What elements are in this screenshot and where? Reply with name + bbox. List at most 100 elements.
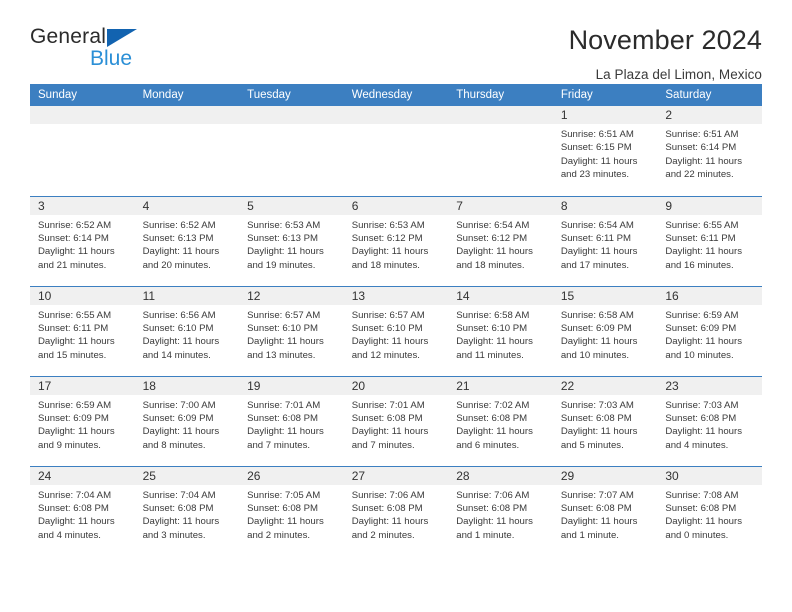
sunrise-text: Sunrise: 6:59 AM [665,309,739,321]
day-number [30,106,135,124]
calendar-day-cell[interactable]: 14 Sunrise: 6:58 AM Sunset: 6:10 PM Dayligh… [448,285,553,376]
sunrise-text: Sunrise: 6:53 AM [247,219,321,231]
day-details: Sunrise: 6:51 AM Sunset: 6:14 PM Daylight:… [657,124,762,182]
page-header: General Blue November 2024 La Plaza del … [30,0,762,81]
daylight-text: Daylight: 11 hours and 17 minutes. [560,246,638,271]
logo-text-blue: Blue [90,47,133,70]
day-details: Sunrise: 6:57 AM Sunset: 6:10 PM Daylight:… [344,305,449,363]
daylight-text: Daylight: 11 hours and 19 minutes. [247,246,324,271]
calendar-day-cell[interactable]: 17 Sunrise: 6:59 AM Sunset: 6:09 PM Dayligh… [30,375,135,466]
day-details: Sunrise: 7:08 AM Sunset: 6:08 PM Daylight:… [657,485,762,543]
page-title: November 2024 [568,25,762,55]
calendar-day-cell[interactable]: 21 Sunrise: 7:02 AM Sunset: 6:08 PM Dayligh… [448,375,553,466]
calendar-day-cell[interactable]: 12 Sunrise: 6:57 AM Sunset: 6:10 PM Dayligh… [239,285,344,376]
weekday-header-friday: Friday [552,84,658,106]
day-number: 28 [448,466,553,485]
calendar-day-cell[interactable]: 23 Sunrise: 7:03 AM Sunset: 6:08 PM Dayligh… [657,375,762,466]
sunset-text: Sunset: 6:10 PM [456,322,528,334]
day-number: 12 [239,286,344,305]
calendar-day-cell[interactable]: 1 Sunrise: 6:51 AM Sunset: 6:15 PM Daylight… [552,106,658,196]
day-number: 24 [30,466,135,485]
calendar-day-cell[interactable]: 13 Sunrise: 6:57 AM Sunset: 6:10 PM Dayligh… [343,285,449,376]
sunrise-text: Sunrise: 6:57 AM [247,309,321,321]
weekday-header-wednesday: Wednesday [343,84,449,106]
calendar-day-cell[interactable]: 30 Sunrise: 7:08 AM Sunset: 6:08 PM Dayligh… [657,465,762,556]
calendar-day-cell[interactable]: 8 Sunrise: 6:54 AM Sunset: 6:11 PM Daylight… [552,195,658,286]
day-details: Sunrise: 7:03 AM Sunset: 6:08 PM Daylight:… [553,395,658,453]
daylight-text: Daylight: 11 hours and 18 minutes. [351,246,429,271]
calendar-day-cell[interactable]: 28 Sunrise: 7:06 AM Sunset: 6:08 PM Dayligh… [448,465,553,556]
weekday-header-monday: Monday [134,84,240,106]
day-number: 7 [448,196,553,215]
calendar-day-cell-empty [448,106,553,196]
daylight-text: Daylight: 11 hours and 3 minutes. [142,516,220,541]
day-number: 30 [657,466,762,485]
day-details: Sunrise: 7:04 AM Sunset: 6:08 PM Daylight:… [30,485,135,543]
day-number: 16 [657,286,762,305]
sunset-text: Sunset: 6:13 PM [247,232,319,244]
calendar-day-cell[interactable]: 20 Sunrise: 7:01 AM Sunset: 6:08 PM Dayligh… [343,375,449,466]
calendar-day-cell[interactable]: 19 Sunrise: 7:01 AM Sunset: 6:08 PM Dayligh… [239,375,344,466]
sunset-text: Sunset: 6:08 PM [351,502,423,514]
sunrise-text: Sunrise: 7:07 AM [560,489,634,501]
calendar-day-cell[interactable]: 15 Sunrise: 6:58 AM Sunset: 6:09 PM Dayligh… [552,285,658,376]
daylight-text: Daylight: 11 hours and 15 minutes. [38,336,115,361]
calendar-day-cell[interactable]: 16 Sunrise: 6:59 AM Sunset: 6:09 PM Dayligh… [657,285,762,376]
calendar-day-cell[interactable]: 11 Sunrise: 6:56 AM Sunset: 6:10 PM Dayligh… [134,285,240,376]
calendar-day-cell[interactable]: 9 Sunrise: 6:55 AM Sunset: 6:11 PM Daylight… [657,195,762,286]
day-number: 4 [134,196,240,215]
calendar-day-cell[interactable]: 27 Sunrise: 7:06 AM Sunset: 6:08 PM Dayligh… [343,465,449,556]
calendar-day-cell[interactable]: 22 Sunrise: 7:03 AM Sunset: 6:08 PM Dayligh… [552,375,658,466]
calendar-day-cell[interactable]: 5 Sunrise: 6:53 AM Sunset: 6:13 PM Daylight… [239,195,344,286]
calendar-day-cell[interactable]: 24 Sunrise: 7:04 AM Sunset: 6:08 PM Dayligh… [30,465,135,556]
daylight-text: Daylight: 11 hours and 10 minutes. [665,336,742,361]
daylight-text: Daylight: 11 hours and 8 minutes. [142,426,220,451]
day-details: Sunrise: 7:06 AM Sunset: 6:08 PM Daylight:… [448,485,553,543]
daylight-text: Daylight: 11 hours and 0 minutes. [665,516,742,541]
sunset-text: Sunset: 6:11 PM [38,322,109,334]
general-blue-logo[interactable]: General Blue [30,26,155,72]
day-details: Sunrise: 6:59 AM Sunset: 6:09 PM Daylight:… [657,305,762,363]
sunset-text: Sunset: 6:08 PM [351,412,423,424]
sunrise-text: Sunrise: 6:52 AM [142,219,216,231]
day-details: Sunrise: 6:53 AM Sunset: 6:12 PM Daylight:… [344,215,449,273]
calendar-day-cell[interactable]: 26 Sunrise: 7:05 AM Sunset: 6:08 PM Dayligh… [239,465,344,556]
day-details: Sunrise: 6:56 AM Sunset: 6:10 PM Daylight:… [135,305,240,363]
day-details: Sunrise: 6:59 AM Sunset: 6:09 PM Daylight:… [30,395,135,453]
day-number: 15 [552,286,658,305]
title-block: November 2024 La Plaza del Limon, Mexico [568,25,762,81]
calendar-day-cell-empty [30,106,135,196]
day-number: 3 [30,196,135,215]
daylight-text: Daylight: 11 hours and 10 minutes. [560,336,638,361]
day-number: 21 [448,376,553,395]
day-details: Sunrise: 7:01 AM Sunset: 6:08 PM Daylight:… [344,395,449,453]
calendar-day-cell[interactable]: 3 Sunrise: 6:52 AM Sunset: 6:14 PM Daylight… [30,195,135,286]
sunrise-text: Sunrise: 7:01 AM [247,399,321,411]
sunset-text: Sunset: 6:11 PM [665,232,736,244]
daylight-text: Daylight: 11 hours and 2 minutes. [351,516,429,541]
calendar-day-cell[interactable]: 29 Sunrise: 7:07 AM Sunset: 6:08 PM Dayligh… [552,465,658,556]
calendar-day-cell[interactable]: 2 Sunrise: 6:51 AM Sunset: 6:14 PM Daylight… [657,106,762,196]
day-details: Sunrise: 6:58 AM Sunset: 6:09 PM Daylight:… [553,305,658,363]
calendar-day-cell[interactable]: 10 Sunrise: 6:55 AM Sunset: 6:11 PM Dayligh… [30,285,135,376]
calendar-day-cell[interactable]: 25 Sunrise: 7:04 AM Sunset: 6:08 PM Dayligh… [134,465,240,556]
sunrise-text: Sunrise: 7:03 AM [665,399,739,411]
calendar-day-cell[interactable]: 7 Sunrise: 6:54 AM Sunset: 6:12 PM Daylight… [448,195,553,286]
sunrise-text: Sunrise: 7:00 AM [142,399,216,411]
sunset-text: Sunset: 6:08 PM [247,502,319,514]
sunset-text: Sunset: 6:08 PM [38,502,109,514]
calendar-day-cell[interactable]: 18 Sunrise: 7:00 AM Sunset: 6:09 PM Dayligh… [134,375,240,466]
day-number: 1 [552,106,658,124]
sunrise-text: Sunrise: 6:54 AM [560,219,634,231]
calendar-day-cell[interactable]: 4 Sunrise: 6:52 AM Sunset: 6:13 PM Daylight… [134,195,240,286]
daylight-text: Daylight: 11 hours and 11 minutes. [456,336,533,361]
sunrise-text: Sunrise: 7:04 AM [38,489,112,501]
calendar-day-cell[interactable]: 6 Sunrise: 6:53 AM Sunset: 6:12 PM Daylight… [343,195,449,286]
calendar-week-row: 24 Sunrise: 7:04 AM Sunset: 6:08 PM Dayligh… [30,465,762,556]
calendar-week-row: 17 Sunrise: 6:59 AM Sunset: 6:09 PM Dayligh… [30,375,762,466]
day-details: Sunrise: 6:55 AM Sunset: 6:11 PM Daylight:… [30,305,135,363]
sunset-text: Sunset: 6:08 PM [665,412,737,424]
sunrise-text: Sunrise: 6:51 AM [665,129,739,140]
sunrise-text: Sunrise: 6:57 AM [351,309,425,321]
sunrise-text: Sunrise: 6:53 AM [351,219,425,231]
